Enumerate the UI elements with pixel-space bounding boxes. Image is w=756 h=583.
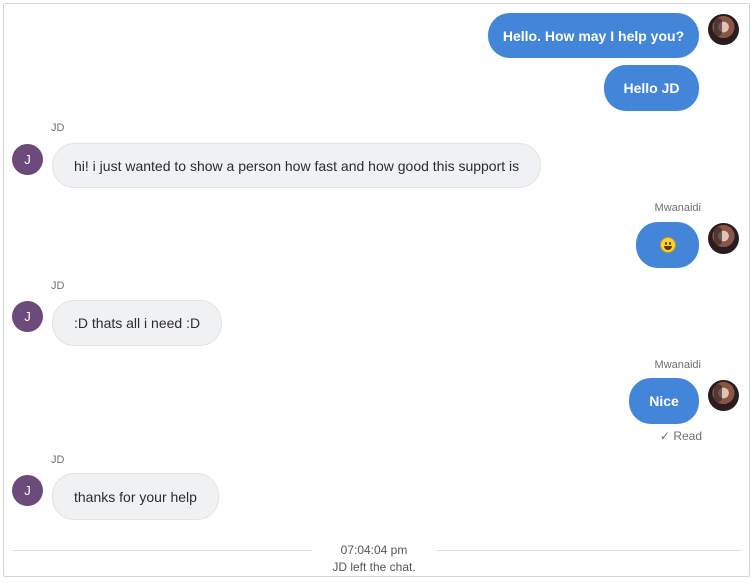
visitor-message-bubble: :D thats all i need :D xyxy=(52,300,223,346)
divider-right xyxy=(436,550,741,551)
grinning-face-emoji xyxy=(659,237,676,253)
agent-message-bubble: Hello JD xyxy=(604,65,699,111)
message-text: hi! i just wanted to show a person how f… xyxy=(74,157,520,174)
sender-name: JD xyxy=(51,280,65,292)
read-receipt: ✓ Read xyxy=(644,429,702,443)
sender-name: JD xyxy=(51,454,65,466)
agent-avatar xyxy=(708,14,739,45)
visitor-avatar: J xyxy=(12,475,43,506)
agent-message-bubble: Nice xyxy=(629,378,699,424)
message-text: Hello. How may I help you? xyxy=(502,27,685,44)
message-text: Hello JD xyxy=(623,80,680,96)
event-text: JD left the chat. xyxy=(332,560,416,574)
message-text: Nice xyxy=(649,393,679,409)
agent-message-bubble xyxy=(636,222,699,268)
agent-avatar xyxy=(708,223,739,254)
chat-window: Hello. How may I help you? Hello JD JD J… xyxy=(3,3,750,577)
sender-name: Mwanaidi xyxy=(654,202,701,214)
visitor-message-bubble: thanks for your help xyxy=(52,473,219,520)
sender-name: Mwanaidi xyxy=(654,359,701,371)
checkmark-icon: ✓ xyxy=(659,429,670,443)
avatar-letter: J xyxy=(24,483,31,498)
message-text: thanks for your help xyxy=(74,488,197,505)
read-status: Read xyxy=(673,429,702,443)
visitor-avatar: J xyxy=(12,301,43,332)
sender-name: JD xyxy=(51,122,65,134)
agent-avatar xyxy=(708,380,739,411)
divider-left xyxy=(12,550,312,551)
visitor-message-bubble: hi! i just wanted to show a person how f… xyxy=(52,143,542,188)
avatar-letter: J xyxy=(24,309,31,324)
visitor-avatar: J xyxy=(12,144,43,175)
event-timestamp: 07:04:04 pm xyxy=(340,543,408,557)
message-text: :D thats all i need :D xyxy=(74,315,201,331)
agent-message-bubble: Hello. How may I help you? xyxy=(488,13,699,58)
avatar-letter: J xyxy=(24,152,31,167)
